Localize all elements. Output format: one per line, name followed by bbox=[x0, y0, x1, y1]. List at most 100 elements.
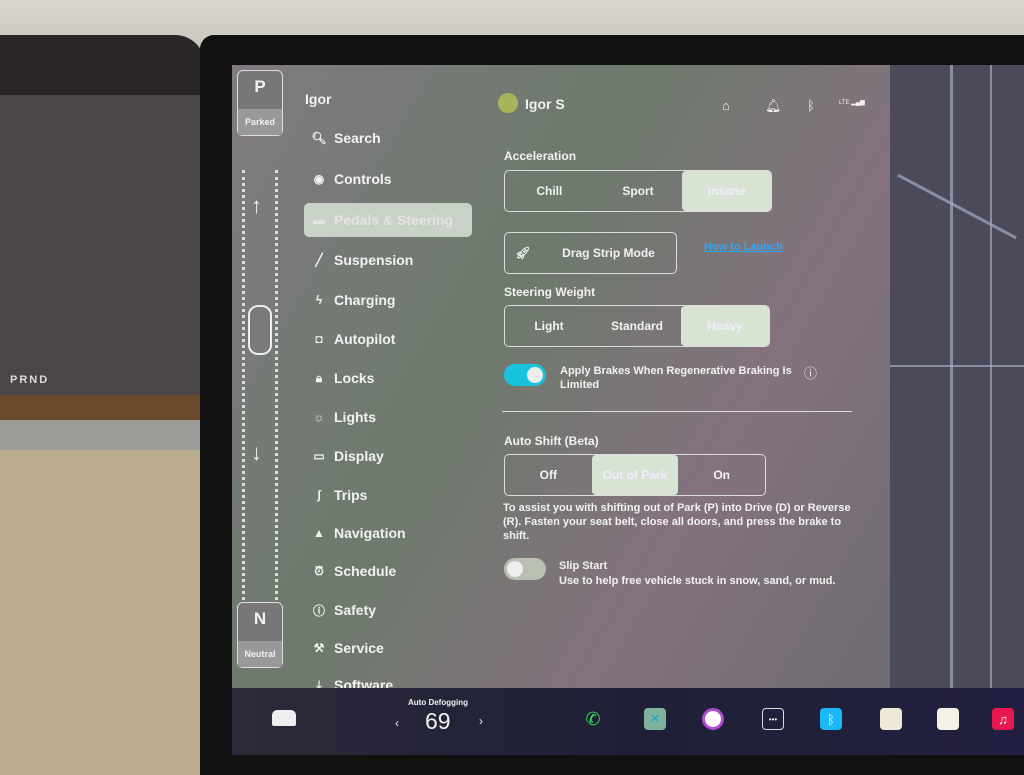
auto-shift-description: To assist you with shifting out of Park … bbox=[503, 502, 851, 542]
sidebar-item-label: Autopilot bbox=[334, 331, 396, 347]
app-icon[interactable]: ✕ bbox=[644, 708, 666, 730]
sidebar-item-trips[interactable]: ʃ Trips bbox=[304, 478, 472, 512]
sidebar-item-label: Pedals & Steering bbox=[334, 212, 454, 228]
sidebar-item-label: Display bbox=[334, 448, 384, 464]
map-road bbox=[990, 65, 992, 688]
dashcam-icon[interactable]: ••• bbox=[762, 708, 784, 730]
dash-trim-metal bbox=[0, 420, 205, 450]
calendar-icon[interactable] bbox=[880, 708, 902, 730]
sidebar-item-navigation[interactable]: ▲ Navigation bbox=[304, 516, 472, 550]
bluetooth-icon[interactable]: ᛒ bbox=[820, 708, 842, 730]
map-road bbox=[897, 173, 1017, 240]
temp-down-button[interactable]: ‹ bbox=[395, 716, 399, 730]
toggle-knob bbox=[527, 367, 543, 383]
safety-icon: ⓘ bbox=[312, 603, 325, 618]
gear-status: Parked bbox=[238, 109, 282, 135]
cluster-gear-indicator: PRND bbox=[10, 374, 50, 386]
bluetooth-icon[interactable]: ᛒ bbox=[807, 98, 815, 113]
dash-trim bbox=[0, 395, 205, 420]
auto-shift-label: Auto Shift (Beta) bbox=[504, 434, 599, 448]
drag-strip-mode-button[interactable]: 🚀︎ Drag Strip Mode bbox=[504, 232, 677, 274]
car-icon: ▬ bbox=[313, 213, 325, 227]
gear-park[interactable]: P Parked bbox=[237, 70, 283, 136]
sidebar-item-lights[interactable]: ☼ Lights bbox=[304, 400, 472, 434]
notes-icon[interactable] bbox=[937, 708, 959, 730]
gear-neutral[interactable]: N Neutral bbox=[237, 602, 283, 668]
garage-icon[interactable]: ⌂ bbox=[722, 98, 730, 113]
steering-heavy[interactable]: Heavy bbox=[681, 306, 769, 346]
map-view[interactable] bbox=[890, 65, 1024, 688]
sidebar-item-display[interactable]: ▭ Display bbox=[304, 439, 472, 473]
gear-slider-track[interactable] bbox=[242, 170, 278, 600]
sidebar-item-label: Controls bbox=[334, 171, 392, 187]
info-icon[interactable]: ⓘ bbox=[804, 363, 817, 382]
sidebar-item-pedals-steering[interactable]: ▬ Pedals & Steering bbox=[304, 203, 472, 237]
auto-shift-on[interactable]: On bbox=[678, 455, 765, 495]
toggle-icon: ◉ bbox=[313, 172, 325, 186]
slip-start-toggle[interactable] bbox=[504, 558, 546, 580]
bottom-dock: Auto Defogging ‹ 69 › ✆ ✕ ••• ᛒ ♫ bbox=[232, 688, 1024, 755]
sun-icon: ☼ bbox=[313, 410, 325, 424]
steering-weight-label: Steering Weight bbox=[504, 285, 596, 299]
car-icon[interactable] bbox=[272, 710, 296, 726]
driver-name: Igor bbox=[305, 91, 332, 107]
sidebar-item-schedule[interactable]: ⏰︎ Schedule bbox=[304, 554, 472, 588]
camera-icon[interactable] bbox=[702, 708, 724, 730]
sidebar-item-label: Lights bbox=[334, 409, 376, 425]
bell-icon[interactable]: 🔔︎ bbox=[765, 98, 782, 114]
divider bbox=[502, 411, 852, 412]
arrow-down-icon: ↓ bbox=[251, 440, 262, 465]
apply-brakes-label: Apply Brakes When Regenerative Braking I… bbox=[560, 365, 792, 391]
how-to-launch-link[interactable]: How to Launch bbox=[704, 241, 783, 253]
gear-letter: P bbox=[254, 77, 266, 96]
avatar[interactable] bbox=[498, 93, 518, 113]
search-icon: 🔍︎ bbox=[311, 131, 327, 145]
sidebar-item-label: Search bbox=[334, 130, 381, 146]
gear-letter: N bbox=[253, 609, 267, 628]
profile-name[interactable]: Igor S bbox=[525, 96, 565, 112]
steering-standard[interactable]: Standard bbox=[593, 306, 681, 346]
navigation-icon: ▲ bbox=[313, 526, 325, 540]
temp-up-button[interactable]: › bbox=[479, 714, 483, 728]
lock-icon: 🔒︎ bbox=[315, 370, 323, 385]
touchscreen: P Parked ↑ ↓ N Neutral Igor 🔍︎ Search ◉ Co… bbox=[232, 65, 1024, 755]
sidebar-item-suspension[interactable]: ╱ Suspension bbox=[304, 243, 472, 277]
sidebar-item-label: Safety bbox=[334, 602, 377, 618]
rocket-icon: 🚀︎ bbox=[515, 246, 531, 260]
steering-weight-selector: Light Standard Heavy bbox=[504, 305, 770, 347]
steering-light[interactable]: Light bbox=[505, 306, 593, 346]
sidebar-item-charging[interactable]: ϟ Charging bbox=[304, 283, 472, 317]
clock-icon: ⏰︎ bbox=[314, 563, 324, 578]
phone-icon[interactable]: ✆ bbox=[582, 708, 604, 730]
sidebar-item-label: Service bbox=[334, 640, 384, 656]
lte-label: LTE bbox=[839, 100, 850, 106]
sidebar-item-locks[interactable]: 🔒︎ Locks bbox=[304, 361, 472, 395]
auto-shift-off[interactable]: Off bbox=[505, 455, 592, 495]
acceleration-sport[interactable]: Sport bbox=[594, 171, 683, 211]
acceleration-chill[interactable]: Chill bbox=[505, 171, 594, 211]
acceleration-selector: Chill Sport Insane bbox=[504, 170, 772, 212]
sidebar-item-service[interactable]: ⚒︎ Service bbox=[304, 631, 472, 665]
auto-shift-selector: Off Out of Park On bbox=[504, 454, 766, 496]
sidebar-item-autopilot[interactable]: ◘ Autopilot bbox=[304, 322, 472, 356]
arrow-up-icon: ↑ bbox=[251, 193, 262, 218]
acceleration-label: Acceleration bbox=[504, 149, 577, 163]
lte-signal-icon: LTE ▂▄▆ bbox=[839, 100, 865, 106]
music-icon[interactable]: ♫ bbox=[992, 708, 1014, 730]
slip-start-description: Use to help free vehicle stuck in snow, … bbox=[559, 575, 836, 587]
bolt-icon: ϟ bbox=[315, 293, 323, 307]
sidebar-item-safety[interactable]: ⓘ Safety bbox=[304, 593, 472, 627]
trips-icon: ʃ bbox=[317, 488, 321, 502]
acceleration-insane[interactable]: Insane bbox=[682, 171, 772, 211]
gear-status: Neutral bbox=[238, 641, 282, 667]
settings-panel: P Parked ↑ ↓ N Neutral Igor 🔍︎ Search ◉ Co… bbox=[232, 65, 890, 693]
apply-brakes-toggle[interactable] bbox=[504, 364, 546, 386]
wrench-icon: ╱ bbox=[315, 253, 323, 267]
sidebar-item-label: Suspension bbox=[334, 252, 414, 268]
sidebar-item-controls[interactable]: ◉ Controls bbox=[304, 162, 472, 196]
toggle-knob bbox=[507, 561, 523, 577]
sidebar-item-label: Charging bbox=[334, 292, 396, 308]
auto-shift-out-of-park[interactable]: Out of Park bbox=[591, 455, 679, 495]
sidebar-item-search[interactable]: 🔍︎ Search bbox=[304, 121, 472, 155]
temperature-value[interactable]: 69 bbox=[425, 708, 451, 735]
